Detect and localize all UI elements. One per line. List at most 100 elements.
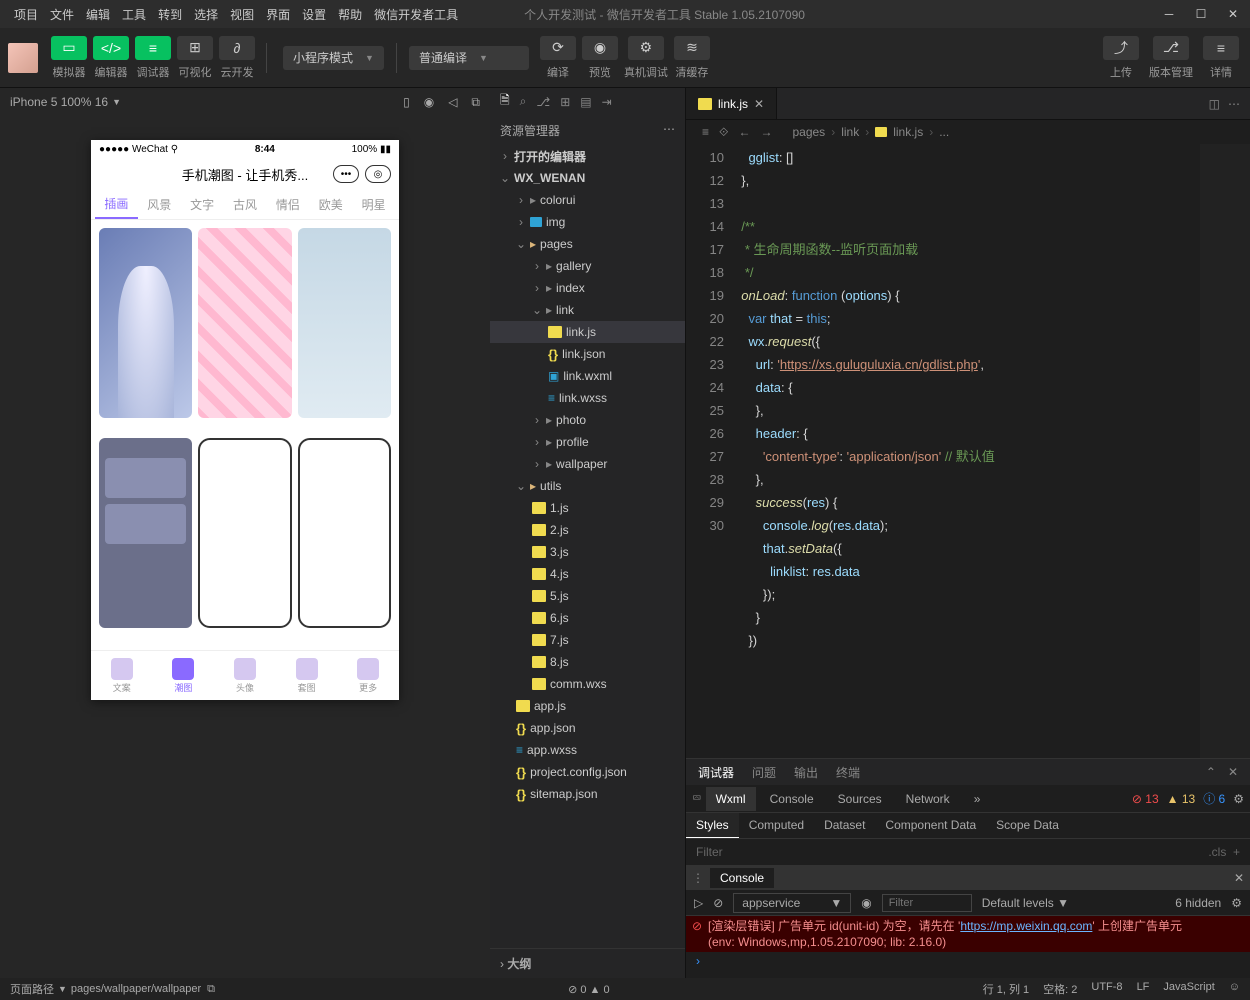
log-levels-select[interactable]: Default levels ▼ bbox=[982, 896, 1069, 910]
collapse-icon[interactable]: ⌃ bbox=[1206, 765, 1216, 779]
folder-img[interactable]: ›img bbox=[490, 211, 685, 233]
folder-link[interactable]: ⌄▸link bbox=[490, 299, 685, 321]
component-data-tab[interactable]: Component Data bbox=[875, 813, 986, 838]
editor-tab-linkjs[interactable]: link.js✕ bbox=[686, 88, 777, 119]
minimize-icon[interactable]: ─ bbox=[1160, 5, 1178, 23]
file-1js[interactable]: 1.js bbox=[490, 497, 685, 519]
file-7js[interactable]: 7.js bbox=[490, 629, 685, 651]
close-drawer-icon[interactable]: ✕ bbox=[1234, 871, 1244, 885]
nav-avatar[interactable]: 头像 bbox=[214, 651, 276, 700]
file-link-js[interactable]: link.js bbox=[490, 321, 685, 343]
folder-profile[interactable]: ›▸profile bbox=[490, 431, 685, 453]
device-icon[interactable]: ▯ bbox=[403, 95, 410, 110]
bookmark-icon[interactable]: ⟐ bbox=[719, 125, 728, 140]
tab-text[interactable]: 文字 bbox=[181, 190, 224, 219]
nav-set[interactable]: 套图 bbox=[276, 651, 338, 700]
cloud-button[interactable]: ∂ bbox=[219, 36, 255, 60]
git-icon[interactable]: ⎇ bbox=[536, 95, 550, 109]
capsule-menu-icon[interactable]: ••• bbox=[333, 165, 359, 183]
app-mode-select[interactable]: 小程序模式▼ bbox=[283, 46, 384, 70]
nav-wenan[interactable]: 文案 bbox=[91, 651, 153, 700]
file-4js[interactable]: 4.js bbox=[490, 563, 685, 585]
folder-wallpaper[interactable]: ›▸wallpaper bbox=[490, 453, 685, 475]
wallpaper-thumb[interactable] bbox=[99, 438, 192, 628]
expand-icon[interactable]: ⇥ bbox=[602, 95, 612, 109]
tab-scenery[interactable]: 风景 bbox=[138, 190, 181, 219]
computed-tab[interactable]: Computed bbox=[739, 813, 814, 838]
menu-edit[interactable]: 编辑 bbox=[80, 6, 116, 23]
scope-data-tab[interactable]: Scope Data bbox=[986, 813, 1069, 838]
menu-select[interactable]: 选择 bbox=[188, 6, 224, 23]
extensions-icon[interactable]: ⊞ bbox=[560, 95, 570, 109]
tab-western[interactable]: 欧美 bbox=[309, 190, 352, 219]
menu-file[interactable]: 文件 bbox=[44, 6, 80, 23]
debugger-button[interactable]: ≡ bbox=[135, 36, 171, 60]
wallpaper-thumb[interactable] bbox=[99, 228, 192, 418]
menu-help[interactable]: 帮助 bbox=[332, 6, 368, 23]
error-link[interactable]: https://mp.weixin.qq.com bbox=[960, 919, 1092, 933]
folder-utils[interactable]: ⌄▸utils bbox=[490, 475, 685, 497]
inspect-icon[interactable]: ⮹ bbox=[692, 791, 702, 806]
menu-tool[interactable]: 工具 bbox=[116, 6, 152, 23]
eol[interactable]: LF bbox=[1137, 981, 1150, 997]
menu-settings[interactable]: 设置 bbox=[296, 6, 332, 23]
record-icon[interactable]: ◉ bbox=[424, 95, 434, 110]
file-link-wxml[interactable]: ▣link.wxml bbox=[490, 365, 685, 387]
file-link-wxss[interactable]: ≡link.wxss bbox=[490, 387, 685, 409]
close-icon[interactable]: ✕ bbox=[1224, 5, 1242, 23]
code-editor[interactable]: 10 121314 17181920 22 2324252627282930 g… bbox=[686, 144, 1250, 758]
nav-chaotu[interactable]: 潮图 bbox=[153, 651, 215, 700]
feedback-icon[interactable]: ☺ bbox=[1229, 981, 1240, 997]
file-sitemap[interactable]: {}sitemap.json bbox=[490, 783, 685, 805]
folder-pages[interactable]: ⌄▸pages bbox=[490, 233, 685, 255]
sources-tab[interactable]: Sources bbox=[828, 787, 892, 811]
file-5js[interactable]: 5.js bbox=[490, 585, 685, 607]
visual-button[interactable]: ⊞ bbox=[177, 36, 213, 60]
debugger-tab[interactable]: 调试器 bbox=[698, 764, 734, 781]
file-comm-wxs[interactable]: comm.wxs bbox=[490, 673, 685, 695]
search-icon[interactable]: ⌕ bbox=[520, 94, 527, 109]
language-mode[interactable]: JavaScript bbox=[1163, 981, 1214, 997]
console-settings-icon[interactable]: ⚙ bbox=[1231, 896, 1242, 910]
file-link-json[interactable]: {}link.json bbox=[490, 343, 685, 365]
close-panel-icon[interactable]: ✕ bbox=[1228, 765, 1238, 779]
outline-section[interactable]: › 大纲 bbox=[490, 948, 685, 978]
mute-icon[interactable]: ◁ bbox=[448, 95, 457, 110]
copy-icon[interactable]: ⧉ bbox=[471, 95, 480, 110]
version-button[interactable]: ⎇ bbox=[1153, 36, 1189, 60]
folder-gallery[interactable]: ›▸gallery bbox=[490, 255, 685, 277]
hidden-count[interactable]: 6 hidden bbox=[1175, 896, 1221, 910]
network-tab[interactable]: Network bbox=[896, 787, 960, 811]
output-tab[interactable]: 输出 bbox=[794, 764, 818, 781]
split-editor-icon[interactable]: ◫ bbox=[1209, 97, 1220, 111]
run-icon[interactable]: ▤ bbox=[580, 95, 591, 109]
compile-mode-select[interactable]: 普通编译▼ bbox=[409, 46, 529, 70]
file-3js[interactable]: 3.js bbox=[490, 541, 685, 563]
file-project-config[interactable]: {}project.config.json bbox=[490, 761, 685, 783]
maximize-icon[interactable]: ☐ bbox=[1192, 5, 1210, 23]
file-6js[interactable]: 6.js bbox=[490, 607, 685, 629]
more-icon[interactable]: ⋯ bbox=[663, 122, 675, 139]
back-icon[interactable]: ← bbox=[738, 125, 750, 140]
menu-devtools[interactable]: 微信开发者工具 bbox=[368, 6, 464, 23]
file-8js[interactable]: 8.js bbox=[490, 651, 685, 673]
tab-star[interactable]: 明星 bbox=[352, 190, 395, 219]
open-editors-section[interactable]: ›打开的编辑器 bbox=[490, 145, 685, 167]
console-menu-icon[interactable]: ⋮ bbox=[692, 871, 704, 885]
folder-colorui[interactable]: ›▸colorui bbox=[490, 189, 685, 211]
styles-filter[interactable]: Filter bbox=[696, 845, 723, 859]
more-tabs-icon[interactable]: » bbox=[964, 787, 991, 811]
folder-index[interactable]: ›▸index bbox=[490, 277, 685, 299]
indent-setting[interactable]: 空格: 2 bbox=[1043, 981, 1077, 997]
console-prompt[interactable]: › bbox=[686, 952, 1250, 970]
eye-icon[interactable]: ◉ bbox=[861, 896, 871, 910]
capsule-close-icon[interactable]: ◎ bbox=[365, 165, 391, 183]
menu-view[interactable]: 视图 bbox=[224, 6, 260, 23]
clear-cache-button[interactable]: ≋ bbox=[674, 36, 710, 60]
forward-icon[interactable]: → bbox=[760, 125, 772, 140]
remote-debug-button[interactable]: ⚙ bbox=[628, 36, 664, 60]
project-root[interactable]: ⌄WX_WENAN bbox=[490, 167, 685, 189]
problems-tab[interactable]: 问题 bbox=[752, 764, 776, 781]
files-icon[interactable]: 🗎 bbox=[500, 91, 510, 112]
wallpaper-thumb[interactable] bbox=[198, 438, 291, 628]
